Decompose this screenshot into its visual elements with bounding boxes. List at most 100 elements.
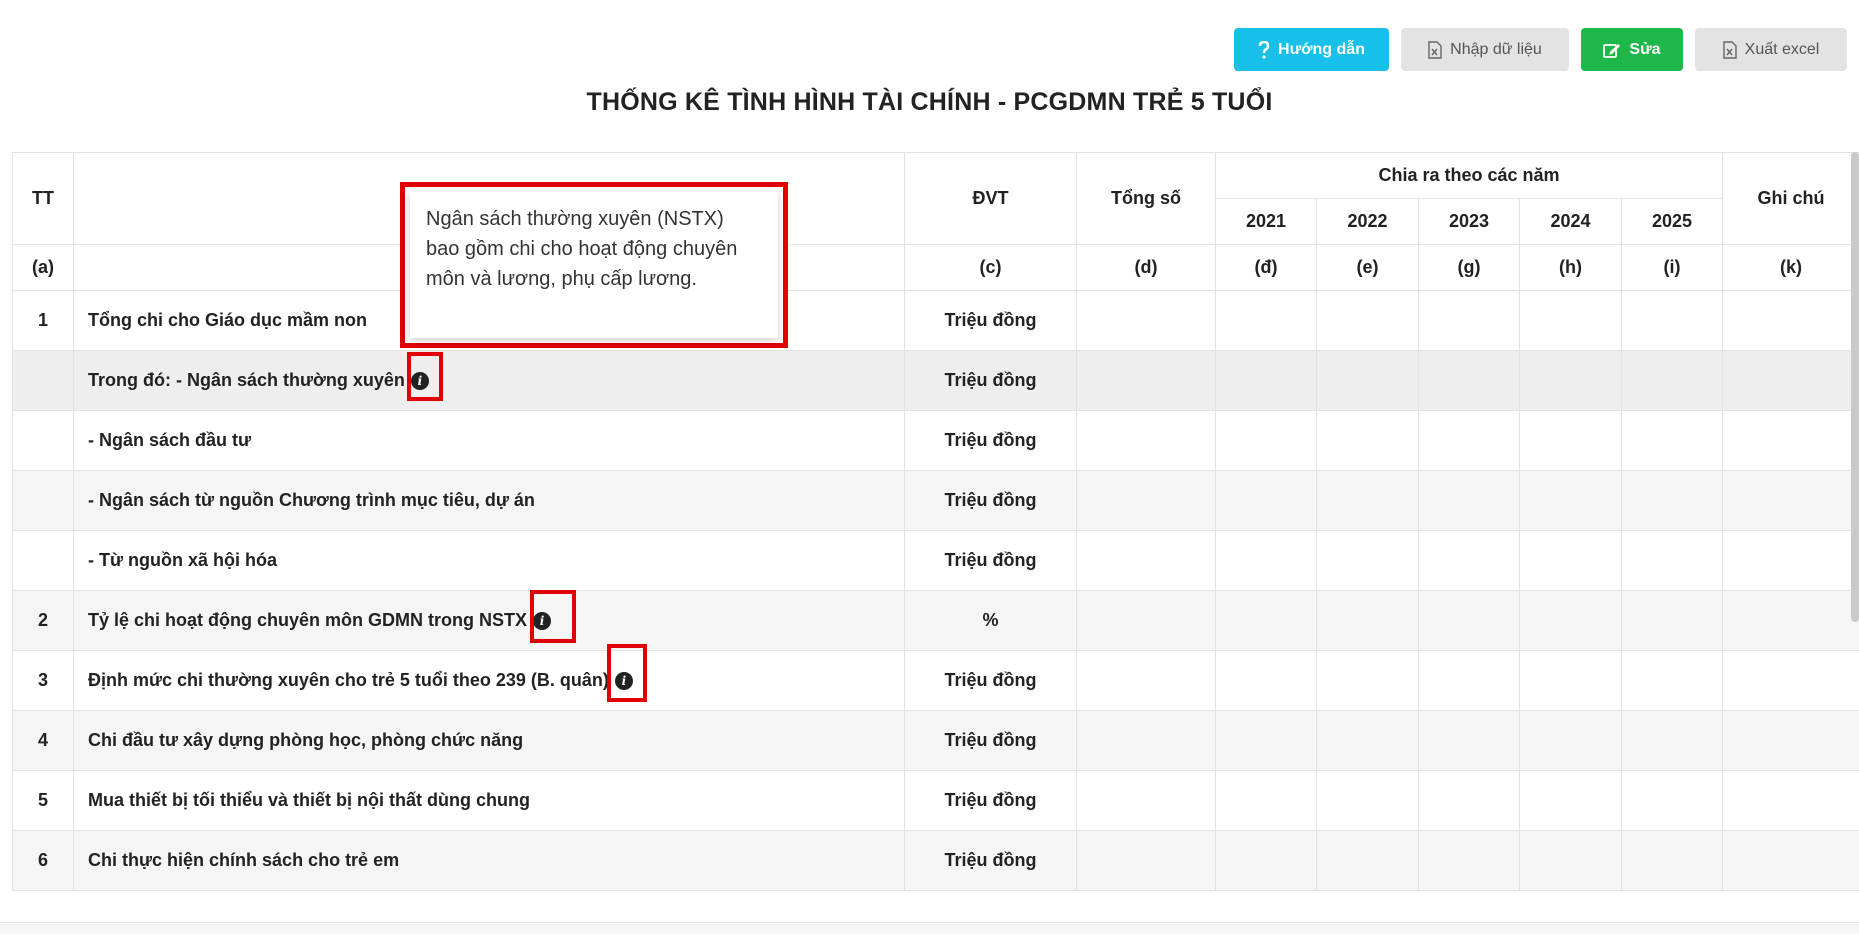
- cell-total[interactable]: [1076, 350, 1216, 411]
- cell-2022[interactable]: [1316, 290, 1419, 351]
- cell-note[interactable]: [1722, 650, 1859, 711]
- cell-total[interactable]: [1076, 710, 1216, 771]
- cell-2024[interactable]: [1519, 410, 1622, 471]
- cell-2022[interactable]: [1316, 650, 1419, 711]
- cell-2021[interactable]: [1215, 710, 1317, 771]
- cell-2024[interactable]: [1519, 710, 1622, 771]
- cell-total[interactable]: [1076, 830, 1216, 891]
- cell-2023[interactable]: [1418, 290, 1520, 351]
- cell-2021[interactable]: [1215, 830, 1317, 891]
- tooltip-highlight-box: Ngân sách thường xuyên (NSTX) bao gồm ch…: [400, 182, 788, 348]
- cell-2023[interactable]: [1418, 770, 1520, 831]
- cell-2021[interactable]: [1215, 410, 1317, 471]
- cell-2024[interactable]: [1519, 770, 1622, 831]
- header-split-years: Chia ra theo các năm: [1214, 152, 1724, 199]
- cell-total[interactable]: [1076, 470, 1216, 531]
- cell-2023[interactable]: [1418, 650, 1520, 711]
- cell-2025[interactable]: [1620, 650, 1724, 711]
- cell-2024[interactable]: [1519, 290, 1622, 351]
- header-note: Ghi chú: [1722, 152, 1859, 245]
- help-button[interactable]: Hướng dẫn: [1234, 28, 1389, 71]
- vertical-scrollbar[interactable]: [1851, 152, 1859, 622]
- import-data-button-label: Nhập dữ liệu: [1450, 40, 1542, 58]
- cell-2025[interactable]: [1620, 530, 1724, 591]
- row-tt: [12, 350, 74, 411]
- edit-button-label: Sửa: [1629, 40, 1661, 58]
- cell-2025[interactable]: [1620, 410, 1724, 471]
- cell-2021[interactable]: [1215, 470, 1317, 531]
- table-row: 1 Tổng chi cho Giáo dục mầm non Triệu đồ…: [12, 290, 1859, 351]
- cell-2024[interactable]: [1519, 830, 1622, 891]
- cell-2025[interactable]: [1620, 830, 1724, 891]
- cell-total[interactable]: [1076, 770, 1216, 831]
- header-total: Tổng số: [1076, 152, 1216, 245]
- row-tt: [12, 470, 74, 531]
- cell-total[interactable]: [1076, 530, 1216, 591]
- cell-2022[interactable]: [1316, 770, 1419, 831]
- cell-2025[interactable]: [1620, 470, 1724, 531]
- row-dvt: Triệu đồng: [904, 350, 1077, 411]
- cell-2023[interactable]: [1418, 830, 1520, 891]
- code-dd: (đ): [1215, 244, 1317, 291]
- cell-note[interactable]: [1722, 830, 1859, 891]
- import-data-button[interactable]: Nhập dữ liệu: [1401, 28, 1569, 71]
- cell-note[interactable]: [1722, 410, 1859, 471]
- cell-2022[interactable]: [1316, 710, 1419, 771]
- cell-2024[interactable]: [1519, 530, 1622, 591]
- row-content: Tỷ lệ chi hoạt động chuyên môn GDMN tron…: [73, 590, 905, 651]
- cell-2025[interactable]: [1620, 350, 1724, 411]
- header-year-2024: 2024: [1519, 198, 1622, 245]
- cell-2022[interactable]: [1316, 470, 1419, 531]
- cell-note[interactable]: [1722, 770, 1859, 831]
- cell-2024[interactable]: [1519, 350, 1622, 411]
- cell-2025[interactable]: [1620, 590, 1724, 651]
- row-tt: 2: [12, 590, 74, 651]
- cell-total[interactable]: [1076, 290, 1216, 351]
- cell-2021[interactable]: [1215, 290, 1317, 351]
- cell-2023[interactable]: [1418, 350, 1520, 411]
- cell-2023[interactable]: [1418, 410, 1520, 471]
- cell-2024[interactable]: [1519, 470, 1622, 531]
- finance-table: TT Nội dung ĐVT Tổng số Chia ra theo các…: [12, 152, 1859, 891]
- cell-2021[interactable]: [1215, 350, 1317, 411]
- cell-2022[interactable]: [1316, 830, 1419, 891]
- cell-2023[interactable]: [1418, 470, 1520, 531]
- cell-2025[interactable]: [1620, 770, 1724, 831]
- excel-file-icon: [1428, 40, 1442, 59]
- cell-note[interactable]: [1722, 290, 1859, 351]
- cell-2022[interactable]: [1316, 590, 1419, 651]
- row-dvt: Triệu đồng: [904, 830, 1077, 891]
- cell-note[interactable]: [1722, 470, 1859, 531]
- cell-2024[interactable]: [1519, 650, 1622, 711]
- cell-2021[interactable]: [1215, 770, 1317, 831]
- row-dvt: Triệu đồng: [904, 290, 1077, 351]
- cell-2021[interactable]: [1215, 530, 1317, 591]
- cell-2025[interactable]: [1620, 710, 1724, 771]
- cell-2024[interactable]: [1519, 590, 1622, 651]
- row-content: - Ngân sách từ nguồn Chương trình mục ti…: [73, 470, 905, 531]
- export-excel-button[interactable]: Xuất excel: [1695, 28, 1847, 71]
- code-e: (e): [1316, 244, 1419, 291]
- cell-2023[interactable]: [1418, 710, 1520, 771]
- cell-total[interactable]: [1076, 590, 1216, 651]
- cell-note[interactable]: [1722, 710, 1859, 771]
- cell-2022[interactable]: [1316, 530, 1419, 591]
- row-dvt: Triệu đồng: [904, 410, 1077, 471]
- header-tt: TT: [12, 152, 74, 245]
- cell-note[interactable]: [1722, 530, 1859, 591]
- cell-2022[interactable]: [1316, 350, 1419, 411]
- cell-2023[interactable]: [1418, 590, 1520, 651]
- cell-2022[interactable]: [1316, 410, 1419, 471]
- cell-2021[interactable]: [1215, 650, 1317, 711]
- row-dvt: Triệu đồng: [904, 470, 1077, 531]
- cell-2023[interactable]: [1418, 530, 1520, 591]
- cell-note[interactable]: [1722, 590, 1859, 651]
- cell-note[interactable]: [1722, 350, 1859, 411]
- code-a: (a): [12, 244, 74, 291]
- cell-2025[interactable]: [1620, 290, 1724, 351]
- row-content: - Ngân sách đầu tư: [73, 410, 905, 471]
- cell-2021[interactable]: [1215, 590, 1317, 651]
- edit-button[interactable]: Sửa: [1581, 28, 1683, 71]
- cell-total[interactable]: [1076, 410, 1216, 471]
- cell-total[interactable]: [1076, 650, 1216, 711]
